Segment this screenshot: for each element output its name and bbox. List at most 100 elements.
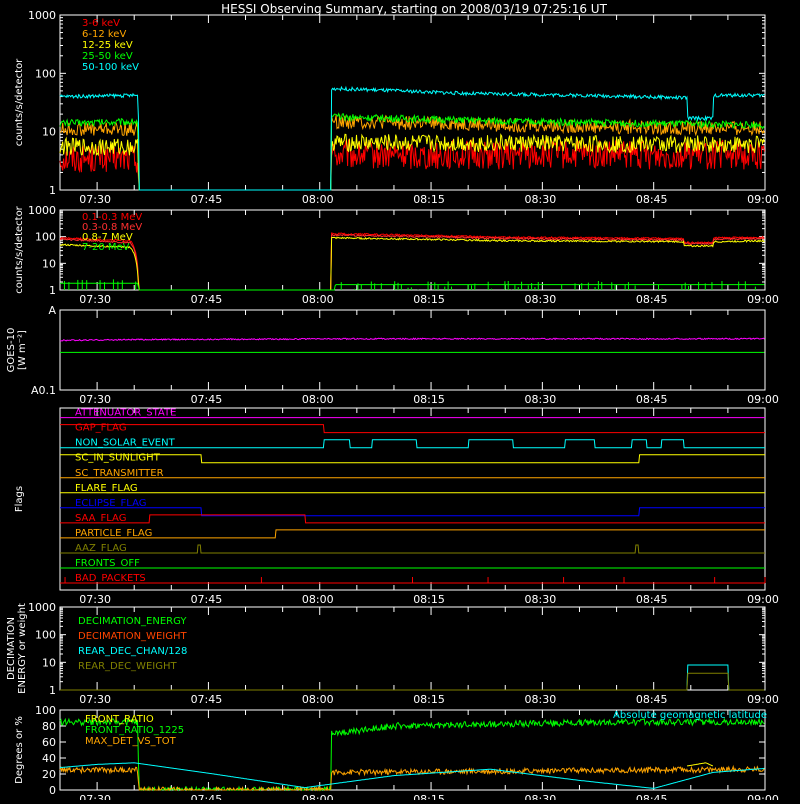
- y-tick-label: 100: [35, 704, 56, 717]
- y-tick-label: 100: [35, 629, 56, 642]
- panel-p1-axes: 1 10 100 1000 07:30 07:45 08:00 08:15 08:30 08:45…: [14, 9, 779, 206]
- flag-label: NON_SOLAR_EVENT: [75, 438, 176, 449]
- x-tick-label: 08:30: [525, 693, 557, 706]
- y-axis-label: DECIMATIONENERGY or weight: [6, 603, 28, 694]
- panel-flags: ATTENUATOR_STATE GAP_FLAG NON_SOLAR_EVENT S…: [60, 408, 766, 584]
- x-tick-label: 09:00: [747, 593, 779, 606]
- legend-entry: 25-50 keV: [82, 51, 133, 62]
- x-tick-label: 08:30: [525, 393, 557, 406]
- legend-entry: 50-100 keV: [82, 62, 139, 73]
- x-tick-label: 08:00: [302, 593, 334, 606]
- y-tick-label: A0.1: [31, 384, 56, 397]
- x-tick-label: 07:45: [191, 393, 223, 406]
- x-tick-label: 08:30: [525, 593, 557, 606]
- y-axis-label: counts/s/detector: [14, 58, 25, 146]
- observing-summary-figure: HESSI Observing Summary, starting on 200…: [0, 0, 800, 804]
- x-tick-label: 09:00: [747, 393, 779, 406]
- x-tick-label: 08:00: [302, 693, 334, 706]
- panel-p3-axes: A A0.1 07:30 07:45 08:00 08:15 08:30 08:45 09:00…: [6, 304, 779, 406]
- flag-line-8: [60, 529, 765, 539]
- y-axis-label: counts/s/detector: [14, 205, 25, 293]
- y-tick-label: 10: [42, 126, 56, 139]
- x-tick-label: 08:15: [413, 193, 445, 206]
- x-tick-label: 08:15: [413, 693, 445, 706]
- y-tick-label: 1: [49, 284, 56, 297]
- x-tick-label: 07:45: [191, 693, 223, 706]
- figure-title: HESSI Observing Summary, starting on 200…: [221, 2, 607, 16]
- flag-label: PARTICLE_FLAG: [75, 528, 152, 539]
- flag-line-1: [60, 424, 765, 434]
- y-tick-label: 10: [42, 656, 56, 669]
- y-axis-label: Degrees or %: [14, 716, 25, 784]
- y-tick-label: 40: [42, 752, 56, 765]
- x-tick-label: 07:30: [79, 293, 111, 306]
- legend-entry: REAR_DEC_CHAN/128: [78, 646, 187, 657]
- x-tick-label: 08:00: [302, 293, 334, 306]
- x-tick-label: 08:15: [413, 593, 445, 606]
- x-tick-label: 07:45: [191, 593, 223, 606]
- x-tick-label: 08:15: [413, 393, 445, 406]
- y-tick-label: 60: [42, 736, 56, 749]
- x-tick-label: 07:30: [79, 393, 111, 406]
- x-tick-label: 09:00: [747, 293, 779, 306]
- y-tick-label: 1: [49, 184, 56, 197]
- legend-entry: DECIMATION_ENERGY: [78, 616, 187, 627]
- panel-p2-series: [59, 232, 765, 291]
- legend-entry: REAR_DEC_WEIGHT: [78, 661, 177, 672]
- flag-label: BAD_PACKETS: [75, 573, 146, 584]
- y-tick-label: 80: [42, 720, 56, 733]
- y-tick-label: 1000: [28, 601, 56, 614]
- y-axis-label: Flags: [14, 486, 25, 512]
- x-tick-label: 07:30: [79, 593, 111, 606]
- x-tick-label: 07:30: [79, 793, 111, 800]
- panel-p6-legend: FRONT_RATIOFRONT_RATIO_1225MAX_DET_VS_TO…: [85, 714, 184, 747]
- panel-p1-series: [59, 85, 765, 191]
- x-tick-label: 07:45: [191, 793, 223, 800]
- flag-label: ECLIPSE_FLAG: [75, 498, 146, 509]
- legend-entry: 7-20 MeV: [82, 242, 130, 253]
- x-tick-label: 08:00: [302, 393, 334, 406]
- x-tick-label: 08:00: [302, 793, 334, 800]
- flag-line-9: [60, 544, 765, 554]
- flag-label: GAP_FLAG: [75, 423, 127, 434]
- x-tick-label: 07:45: [191, 293, 223, 306]
- x-tick-label: 09:00: [747, 193, 779, 206]
- flag-label: SAA_FLAG: [75, 513, 126, 524]
- flag-line-3: [60, 454, 765, 464]
- x-tick-label: 08:15: [413, 293, 445, 306]
- x-tick-label: 08:00: [302, 193, 334, 206]
- x-tick-label: 07:30: [79, 693, 111, 706]
- series-line-p2-2: [59, 236, 765, 291]
- flag-label: AAZ_FLAG: [75, 543, 127, 554]
- y-tick-label: 10: [42, 257, 56, 270]
- series-line-p1-0: [59, 138, 765, 191]
- x-tick-label: 08:15: [413, 793, 445, 800]
- legend-entry: DECIMATION_WEIGHT: [78, 631, 187, 642]
- x-tick-label: 08:30: [525, 293, 557, 306]
- series-line-p2-1: [59, 233, 765, 291]
- legend-entry: MAX_DET_VS_TOT: [85, 736, 177, 747]
- series-line-p6-3: [59, 762, 765, 789]
- flag-label: SC_TRANSMITTER: [75, 468, 164, 479]
- x-tick-label: 08:30: [525, 193, 557, 206]
- panel-p1-legend: 3-6 keV6-12 keV12-25 keV25-50 keV50-100 …: [82, 18, 139, 73]
- y-tick-label: 0: [49, 784, 56, 797]
- panel-p5-legend: DECIMATION_ENERGY DECIMATION_WEIGHT REAR_D…: [78, 616, 187, 672]
- x-tick-label: 08:45: [636, 793, 668, 800]
- series-line-p5-3: [60, 672, 765, 691]
- summary-chart-canvas: HESSI Observing Summary, starting on 200…: [6, 2, 779, 804]
- legend-entry: 6-12 keV: [82, 29, 126, 40]
- x-tick-label: 08:45: [636, 193, 668, 206]
- x-tick-label: 08:45: [636, 293, 668, 306]
- panel-p3-series: [59, 337, 765, 353]
- x-tick-label: 09:00: [747, 793, 779, 800]
- flag-label: SC_IN_SUNLIGHT: [75, 453, 161, 464]
- y-tick-label: A: [48, 304, 56, 317]
- x-tick-label: 09:00: [747, 693, 779, 706]
- x-tick-label: 08:45: [636, 393, 668, 406]
- legend-entry: FRONT_RATIO_1225: [85, 725, 184, 736]
- y-tick-label: 1: [49, 684, 56, 697]
- flag-label: FRONTS_OFF: [75, 558, 140, 569]
- series-line-p6-2: [59, 764, 765, 792]
- series-line-p6-0: [686, 762, 714, 767]
